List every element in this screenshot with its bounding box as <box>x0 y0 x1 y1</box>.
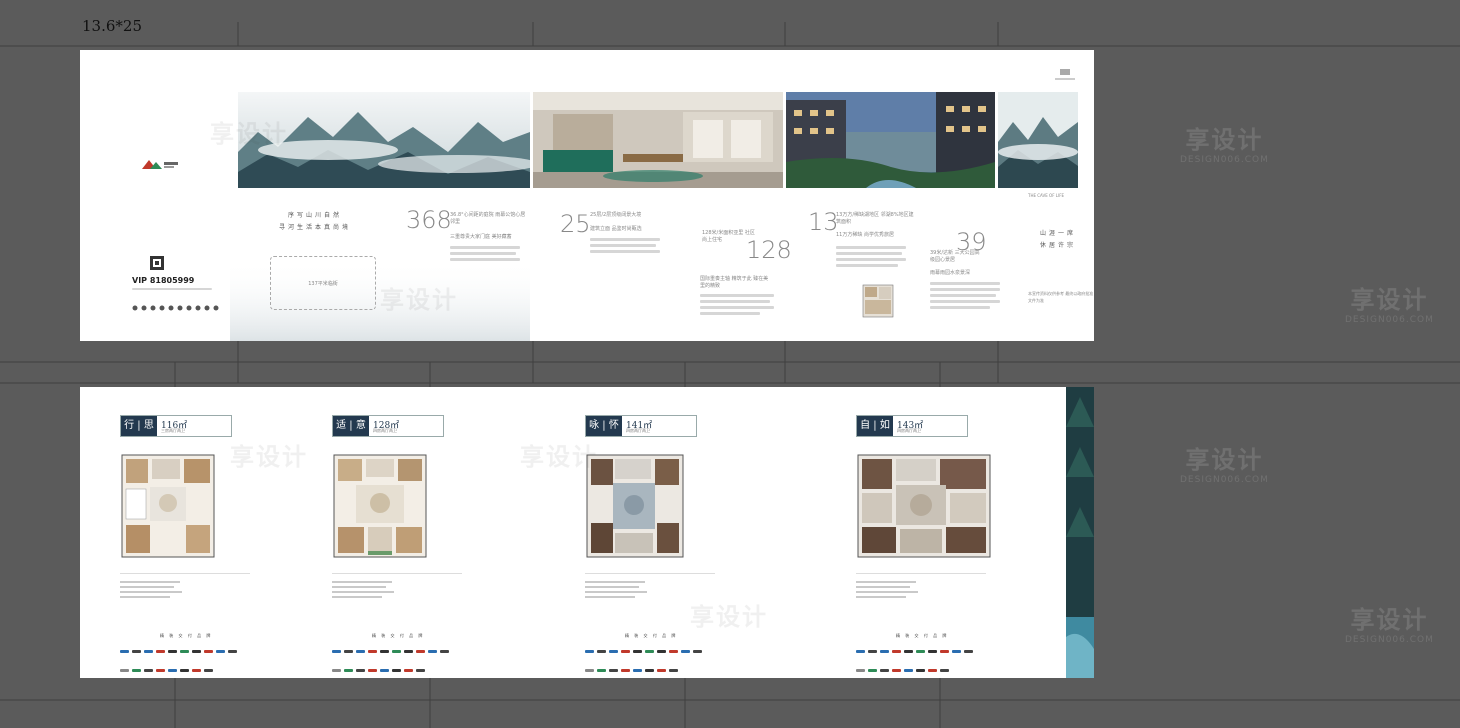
plan-notes <box>332 573 462 601</box>
stat-sub: 雨幕雨园水泉景深 <box>930 270 971 276</box>
stat-title: 36.8°心间距的庭院 雨幕公馆心居邻里 <box>450 212 526 225</box>
floor-plan-card: 适 | 意 128㎡ 四房两厅两卫 精 装 交 付 品 牌 <box>332 415 462 672</box>
plan-header: 适 | 意 128㎡ 四房两厅两卫 <box>332 415 444 437</box>
watermark: 享设计 DESIGN006.COM <box>1345 286 1434 325</box>
project-logo <box>1055 68 1075 87</box>
forest-strip-image <box>1066 387 1094 678</box>
left-slogan: 序写山川自然 寻河生活本真尚境 <box>278 212 351 231</box>
plan-name: 自 | 如 <box>857 416 893 436</box>
stat-number: 128 <box>746 236 792 264</box>
watermark: 享设计 <box>380 286 458 314</box>
brand-logos <box>120 641 250 678</box>
brand-logos <box>585 641 715 678</box>
stat-number: 13 <box>808 208 839 236</box>
stat-number: 25 <box>560 210 591 238</box>
brochure-outer-spread: VIP 81805999 序写山川自然 寻河生活本真尚境 137平米临街 368… <box>80 50 1094 341</box>
stat-title: 13万方/稀缺湖地区 邻湖8%地区建筑面积 <box>836 212 914 225</box>
plan-layout: 三房两厅两卫 <box>161 428 185 433</box>
stat-sub: 三重尊贵大家门庭 美好藏蓄 <box>450 234 512 240</box>
stat-title: 25层/2层顶级阔景大境 <box>590 212 642 218</box>
right-caption: THE CAVE OF LIFE <box>1028 193 1065 198</box>
sales-hotline: VIP 81805999 <box>132 276 195 285</box>
watermark: 享设计 <box>520 443 598 471</box>
floor-plan-drawing <box>121 454 215 558</box>
plan-layout: 四房两厅两卫 <box>373 428 397 433</box>
plan-header: 行 | 思 116㎡ 三房两厅两卫 <box>120 415 232 437</box>
floor-plan-drawing <box>857 454 991 558</box>
stat-sub: 国际重奏主轴 精筑于此 臻在美里的精致 <box>700 276 769 289</box>
watermark: 享设计 DESIGN006.COM <box>1180 446 1269 485</box>
brand-logos <box>856 641 986 678</box>
field-box: 137平米临街 <box>270 256 376 310</box>
dimension-label: 13.6*25 <box>82 17 142 35</box>
brand-logos <box>332 641 462 678</box>
residential-buildings-photo <box>786 92 995 188</box>
qr-code <box>150 256 164 270</box>
watermark: 享设计 <box>230 443 308 471</box>
stat-number: 368 <box>406 206 452 234</box>
social-icons <box>132 296 222 311</box>
plan-notes <box>856 573 986 601</box>
right-slogan: 山涯一席 休居许宗 <box>1039 230 1076 249</box>
plan-name: 咏 | 怀 <box>586 416 622 436</box>
developer-logo <box>140 156 180 175</box>
living-room-photo <box>533 92 783 188</box>
plan-layout: 四房两厅两卫 <box>626 428 650 433</box>
stat-sub: 建筑立面 品鉴时尚甄选 <box>590 226 642 232</box>
stat-sub: 11万方稀缺 尚学优秀旅居 <box>836 232 894 238</box>
brands-title: 精 装 交 付 品 牌 <box>625 633 678 638</box>
watermark: 享设计 <box>690 603 768 631</box>
watermark: 享设计 DESIGN006.COM <box>1345 606 1434 645</box>
brands-title: 精 装 交 付 品 牌 <box>896 633 949 638</box>
stat-title: 39米/达新 三大公园高级园心景居 <box>930 250 980 263</box>
floor-plan-drawing <box>333 454 427 558</box>
plan-name: 行 | 思 <box>121 416 157 436</box>
brands-title: 精 装 交 付 品 牌 <box>372 633 425 638</box>
brochure-floor-plans-spread: 行 | 思 116㎡ 三房两厅两卫 精 装 交 付 品 牌 适 | 意 128㎡… <box>80 387 1094 678</box>
floor-plan-card: 自 | 如 143㎡ 四房两厅两卫 精 装 交 付 品 牌 <box>856 415 991 672</box>
plan-notes <box>120 573 250 601</box>
mini-floor-plan <box>862 284 894 318</box>
plan-header: 咏 | 怀 141㎡ 四房两厅两卫 <box>585 415 697 437</box>
plan-header: 自 | 如 143㎡ 四房两厅两卫 <box>856 415 968 437</box>
forest-photo <box>998 92 1078 188</box>
watermark: 享设计 DESIGN006.COM <box>1180 126 1269 165</box>
plan-name: 适 | 意 <box>333 416 369 436</box>
legal-note: 本宣传资料仅供参考 最终以政府批准文件为准 <box>1028 291 1094 303</box>
floor-plan-drawing <box>586 454 684 558</box>
brands-title: 精 装 交 付 品 牌 <box>160 633 213 638</box>
plan-layout: 四房两厅两卫 <box>897 428 921 433</box>
address-line <box>132 288 212 290</box>
watermark: 享设计 <box>210 120 288 148</box>
